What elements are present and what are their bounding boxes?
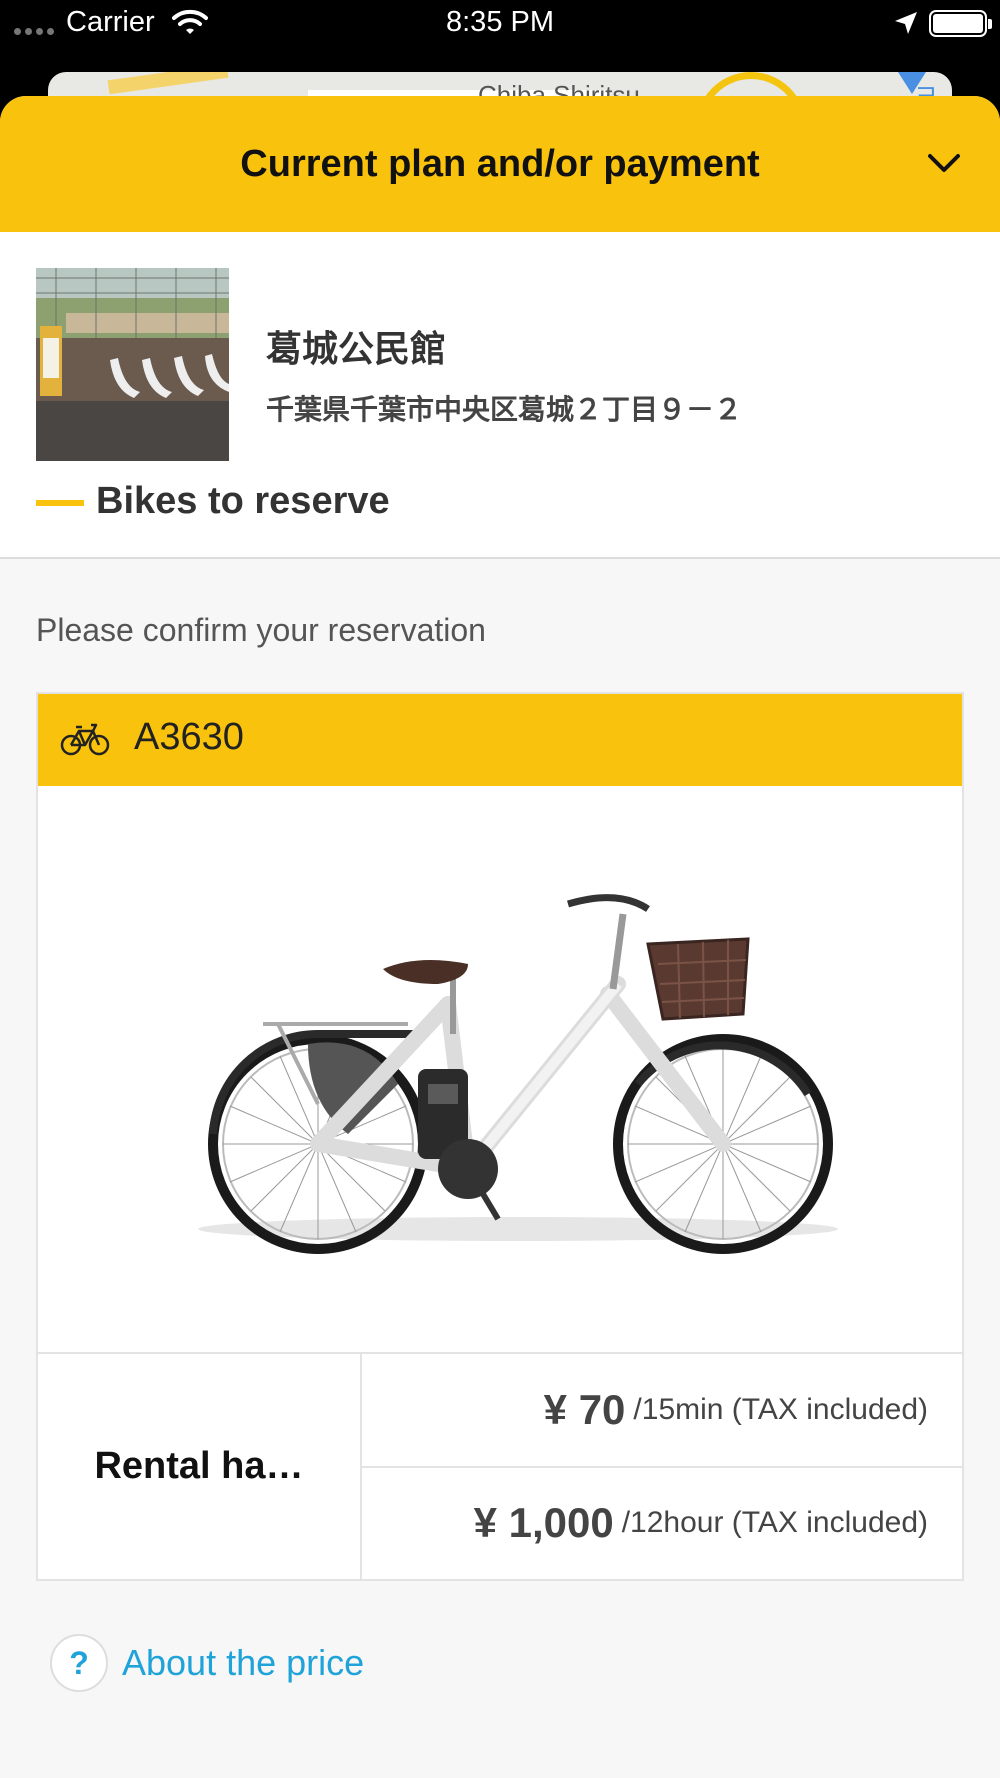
price-row: ¥ 70 /15min (TAX included) bbox=[362, 1354, 962, 1466]
station-photo bbox=[36, 268, 229, 461]
sheet-header[interactable]: Current plan and/or payment bbox=[0, 96, 1000, 232]
question-icon[interactable]: ? bbox=[50, 1634, 108, 1692]
section-accent-bar bbox=[36, 500, 84, 506]
price-row: ¥ 1,000 /12hour (TAX included) bbox=[362, 1465, 962, 1580]
battery-icon bbox=[929, 10, 992, 37]
bicycle-icon bbox=[60, 718, 110, 763]
price-unit: /15min (TAX included) bbox=[633, 1392, 928, 1426]
station-name: 葛城公民館 bbox=[266, 328, 447, 369]
bike-photo bbox=[38, 786, 962, 1354]
price-amount: ¥ 1,000 bbox=[473, 1499, 614, 1547]
chevron-down-icon[interactable] bbox=[924, 144, 964, 184]
location-arrow-icon bbox=[893, 10, 919, 41]
confirm-instruction: Please confirm your reservation bbox=[36, 612, 486, 648]
status-bar: Carrier 8:35 PM bbox=[0, 0, 1000, 48]
station-info: 葛城公民館 千葉県千葉市中央区葛城２丁目９－２ Bikes to reserve bbox=[0, 232, 1000, 559]
bike-id: A3630 bbox=[134, 716, 244, 758]
bike-card-header: A3630 bbox=[38, 694, 962, 786]
rental-label: Rental ha… bbox=[94, 1445, 304, 1487]
about-price-link[interactable]: ? About the price bbox=[50, 1634, 364, 1692]
rental-label-cell: Rental ha… bbox=[38, 1354, 362, 1579]
rental-price-table: Rental ha… ¥ 70 /15min (TAX included) ¥ … bbox=[38, 1354, 962, 1579]
price-rows: ¥ 70 /15min (TAX included) ¥ 1,000 /12ho… bbox=[362, 1354, 962, 1579]
sheet-title: Current plan and/or payment bbox=[240, 142, 760, 185]
price-unit: /12hour (TAX included) bbox=[621, 1506, 928, 1540]
about-price-label[interactable]: About the price bbox=[122, 1642, 364, 1684]
price-amount: ¥ 70 bbox=[543, 1385, 626, 1433]
station-address: 千葉県千葉市中央区葛城２丁目９－２ bbox=[266, 394, 743, 425]
section-title: Bikes to reserve bbox=[96, 480, 390, 522]
bike-card: A3630 Rental ha… ¥ 70 /15min (TAX includ… bbox=[36, 692, 964, 1581]
clock: 8:35 PM bbox=[446, 6, 554, 38]
